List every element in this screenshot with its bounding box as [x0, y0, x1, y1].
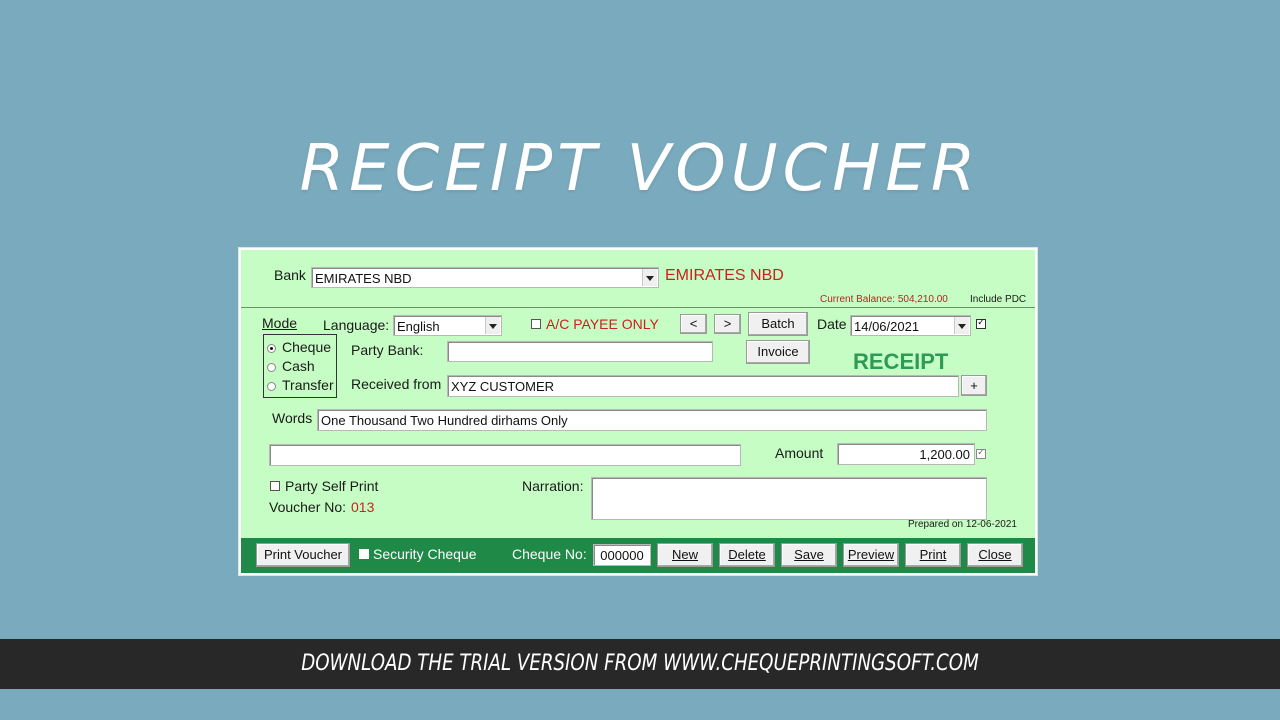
- party-self-print-checkbox[interactable]: [270, 481, 280, 491]
- amount-field[interactable]: 1,200.00: [837, 443, 975, 465]
- voucher-no-value: 013: [351, 499, 375, 515]
- add-party-button[interactable]: +: [961, 375, 987, 396]
- include-pdc-label: Include PDC: [970, 294, 1027, 305]
- language-value: English: [397, 319, 440, 334]
- divider: [241, 307, 1035, 308]
- radio-cash[interactable]: [267, 363, 276, 372]
- cheque-no-input[interactable]: 000000: [593, 544, 651, 566]
- radio-cheque[interactable]: [267, 344, 276, 353]
- receipt-title: RECEIPT: [853, 349, 949, 374]
- bank-display-name: EMIRATES NBD: [665, 267, 784, 284]
- amount-in-words-field[interactable]: One Thousand Two Hundred dirhams Only: [317, 409, 987, 431]
- security-cheque-label[interactable]: Security Cheque: [373, 546, 477, 562]
- mode-label: Mode: [262, 315, 298, 331]
- receipt-voucher-window: Bank EMIRATES NBD EMIRATES NBD Current B…: [239, 248, 1037, 575]
- words-label: Words: [272, 410, 313, 426]
- amount-label: Amount: [775, 445, 824, 461]
- bottom-toolbar: Print Voucher Security Cheque Cheque No:…: [241, 538, 1035, 573]
- preview-button[interactable]: Preview: [843, 543, 899, 567]
- batch-button[interactable]: Batch: [748, 312, 808, 336]
- voucher-no-label: Voucher No:: [269, 499, 347, 515]
- download-banner: DOWNLOAD THE TRIAL VERSION FROM WWW.CHEQ…: [0, 639, 1280, 689]
- language-label: Language:: [323, 317, 390, 333]
- current-balance: Current Balance: 504,210.00: [820, 294, 948, 305]
- chevron-down-icon[interactable]: [642, 269, 657, 286]
- cheque-no-label: Cheque No:: [512, 546, 587, 562]
- next-button[interactable]: >: [714, 314, 741, 334]
- date-value: 14/06/2021: [854, 319, 920, 334]
- narration-label: Narration:: [522, 478, 584, 494]
- download-banner-text[interactable]: DOWNLOAD THE TRIAL VERSION FROM WWW.CHEQ…: [51, 651, 1229, 676]
- security-cheque-checkbox[interactable]: [359, 549, 369, 559]
- new-button[interactable]: New: [657, 543, 713, 567]
- radio-transfer[interactable]: [267, 382, 276, 391]
- language-select[interactable]: English: [393, 315, 502, 336]
- party-bank-input[interactable]: [447, 341, 713, 362]
- mode-option-cheque[interactable]: Cheque: [282, 339, 331, 355]
- delete-button[interactable]: Delete: [719, 543, 775, 567]
- date-checkbox[interactable]: ✓: [976, 319, 986, 329]
- bank-select-value: EMIRATES NBD: [315, 271, 412, 286]
- date-label: Date: [817, 316, 847, 332]
- ac-payee-label[interactable]: A/C PAYEE ONLY: [546, 316, 659, 332]
- mode-radio-group: Cheque Cash Transfer: [263, 334, 337, 398]
- chevron-down-icon[interactable]: [954, 317, 969, 334]
- amount-checkbox[interactable]: ✓: [976, 449, 986, 459]
- previous-button[interactable]: <: [680, 314, 707, 334]
- party-self-print-label[interactable]: Party Self Print: [285, 478, 378, 494]
- close-button[interactable]: Close: [967, 543, 1023, 567]
- save-button[interactable]: Save: [781, 543, 837, 567]
- date-picker[interactable]: 14/06/2021: [850, 315, 971, 336]
- party-bank-label: Party Bank:: [351, 342, 424, 358]
- bank-select[interactable]: EMIRATES NBD: [311, 267, 659, 288]
- invoice-button[interactable]: Invoice: [746, 340, 810, 364]
- print-button[interactable]: Print: [905, 543, 961, 567]
- narration-textarea[interactable]: [591, 477, 987, 520]
- page-headline: RECEIPT VOUCHER: [299, 132, 981, 206]
- mode-option-cash[interactable]: Cash: [282, 358, 315, 374]
- received-from-label: Received from: [351, 376, 442, 392]
- chevron-down-icon[interactable]: [485, 317, 500, 334]
- received-from-input[interactable]: XYZ CUSTOMER: [447, 375, 959, 397]
- print-voucher-button[interactable]: Print Voucher: [256, 543, 350, 567]
- bank-label: Bank: [274, 267, 306, 283]
- ac-payee-checkbox[interactable]: [531, 319, 541, 329]
- prepared-on: Prepared on 12-06-2021: [908, 519, 1017, 530]
- amount-in-words-line2[interactable]: [269, 444, 741, 466]
- mode-option-transfer[interactable]: Transfer: [282, 377, 334, 393]
